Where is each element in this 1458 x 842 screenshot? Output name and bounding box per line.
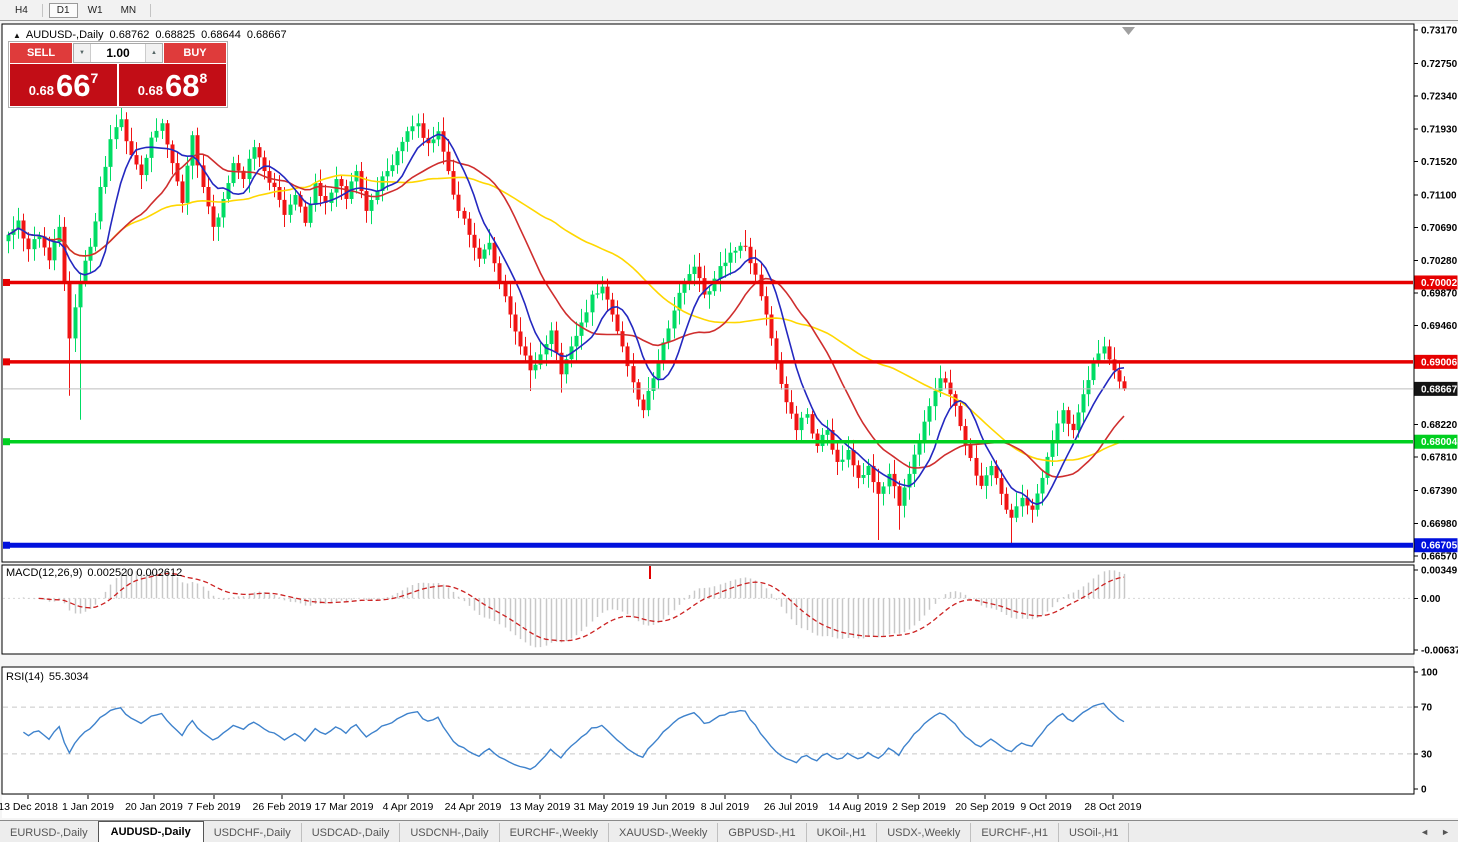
price-axis-label: 0.69870 [1421,289,1458,300]
price-axis-label: 0.71520 [1421,157,1458,168]
date-axis-label: 24 Apr 2019 [445,801,502,813]
price-axis-label: 0.68220 [1421,420,1458,431]
buy-price-pip: 8 [200,70,208,86]
price-axis-label: 0.73170 [1421,26,1458,37]
date-axis-label: 1 Jan 2019 [62,801,114,813]
price-axis-label: 0.69460 [1421,321,1458,332]
tab-eurusd-daily[interactable]: EURUSD-,Daily [0,823,99,842]
sell-price-prefix: 0.68 [29,83,54,98]
date-axis-label: 20 Jan 2019 [125,801,183,813]
ohlc-open: 0.68762 [110,29,150,41]
price-axis-label: 0.71930 [1421,124,1458,135]
rsi-axis-label: 70 [1421,703,1433,714]
hline-handle[interactable] [3,279,10,286]
date-axis-label: 9 Oct 2019 [1020,801,1072,813]
tab-usdchf-daily[interactable]: USDCHF-,Daily [204,823,302,842]
price-badge-label: 0.68004 [1421,437,1458,448]
price-axis-label: 0.71100 [1421,190,1457,201]
tab-usdx-weekly[interactable]: USDX-,Weekly [877,823,971,842]
price-axis-label: 0.67390 [1421,486,1458,497]
tab-usoil-h1[interactable]: USOil-,H1 [1059,823,1130,842]
date-axis-label: 13 May 2019 [510,801,571,813]
price-badge-label: 0.69006 [1421,357,1458,368]
ohlc-close: 0.68667 [247,29,287,41]
buy-price-big: 68 [165,70,199,101]
buy-price-prefix: 0.68 [138,83,163,98]
chart-canvas[interactable]: 0.73170 0.72750 0.72340 0.71930 0.71520 0.711… [0,0,1458,820]
tab-usdcnh-daily[interactable]: USDCNH-,Daily [400,823,499,842]
tab-eurchf-h1[interactable]: EURCHF-,H1 [971,823,1059,842]
one-click-collapse-icon[interactable]: ▲ [13,31,21,40]
macd-values: 0.002520 0.002612 [87,567,182,579]
macd-axis-label: -0.00637 [1421,646,1458,657]
tab-usdcad-daily[interactable]: USDCAD-,Daily [302,823,401,842]
tab-xauusd-weekly[interactable]: XAUUSD-,Weekly [609,823,718,842]
mt4-terminal: { "toolbar":{"timeframes":["H4","D1","W1… [0,0,1458,842]
sell-price-display[interactable]: 0.68 66 7 [10,64,117,106]
hline-handle[interactable] [3,438,10,445]
buy-price-display[interactable]: 0.68 68 8 [119,64,226,106]
date-axis-label: 26 Jul 2019 [764,801,818,813]
date-axis-label: 19 Jun 2019 [637,801,695,813]
tab-scroll-right-icon[interactable]: ► [1441,827,1450,837]
hline-handle[interactable] [3,542,10,549]
date-axis-label: 20 Sep 2019 [955,801,1015,813]
price-axis-label: 0.72340 [1421,92,1458,103]
hline-handle[interactable] [3,358,10,365]
volume-input[interactable]: 1.00 [91,44,145,62]
macd-label: MACD(12,26,9) 0.002520 0.002612 [6,567,187,579]
macd-axis-label: 0.00 [1421,594,1441,605]
ohlc-low: 0.68644 [201,29,241,41]
date-axis-label: 8 Jul 2019 [701,801,750,813]
rsi-axis-label: 100 [1421,668,1438,679]
macd-name: MACD(12,26,9) [6,567,82,579]
date-axis-label: 26 Feb 2019 [253,801,312,813]
date-axis-label: 2 Sep 2019 [892,801,946,813]
price-axis-label: 0.72750 [1421,59,1458,70]
symbol-tabs: EURUSD-,DailyAUDUSD-,DailyUSDCHF-,DailyU… [0,821,1129,842]
rsi-label: RSI(14) 55.3034 [6,671,94,683]
volume-decrease-button[interactable]: ▼ [74,44,91,62]
price-badge-label: 0.70002 [1421,278,1458,289]
ohlc-high: 0.68825 [155,29,195,41]
tab-ukoil-h1[interactable]: UKOil-,H1 [807,823,878,842]
tab-gbpusd-h1[interactable]: GBPUSD-,H1 [718,823,806,842]
price-axis-label: 0.70280 [1421,256,1458,267]
chart-title: ▲ AUDUSD-,Daily 0.68762 0.68825 0.68644 … [13,29,293,41]
one-click-trading-panel: SELL ▼ 1.00 ▲ BUY 0.68 66 7 0.68 68 8 [8,41,228,108]
sell-button[interactable]: SELL [10,43,72,63]
volume-stepper: ▼ 1.00 ▲ [73,43,163,63]
tab-eurchf-weekly[interactable]: EURCHF-,Weekly [500,823,609,842]
price-axis-label: 0.66980 [1421,519,1458,530]
price-badge-label: 0.66705 [1421,541,1458,552]
price-axis-label: 0.66570 [1421,552,1458,563]
tab-audusd-daily[interactable]: AUDUSD-,Daily [98,821,204,842]
macd-axis-label: 0.00349 [1421,566,1458,577]
macd-pane [2,565,1414,654]
tab-scroll-left-icon[interactable]: ◄ [1420,827,1429,837]
price-axis-label: 0.70690 [1421,223,1458,234]
symbol-tab-bar: EURUSD-,DailyAUDUSD-,DailyUSDCHF-,DailyU… [0,820,1458,842]
rsi-value: 55.3034 [49,671,89,683]
rsi-axis-label: 30 [1421,749,1433,760]
sell-price-pip: 7 [91,70,99,86]
date-axis-label: 17 Mar 2019 [315,801,374,813]
rsi-name: RSI(14) [6,671,44,683]
tab-scroll-arrows: ◄ ► [1420,827,1450,837]
sell-price-big: 66 [56,70,90,101]
price-axis-label: 0.67810 [1421,453,1458,464]
rsi-axis-label: 0 [1421,785,1427,796]
date-axis-label: 14 Aug 2019 [829,801,888,813]
rsi-pane [2,667,1414,794]
date-axis-label: 13 Dec 2018 [0,801,58,813]
date-axis-label: 28 Oct 2019 [1084,801,1141,813]
volume-increase-button[interactable]: ▲ [145,44,162,62]
price-badge-label: 0.68667 [1421,384,1458,395]
date-axis-label: 31 May 2019 [574,801,635,813]
date-axis-label: 4 Apr 2019 [383,801,434,813]
date-axis-label: 7 Feb 2019 [187,801,240,813]
buy-button[interactable]: BUY [164,43,226,63]
chart-title-symbol: AUDUSD-,Daily [26,29,104,41]
